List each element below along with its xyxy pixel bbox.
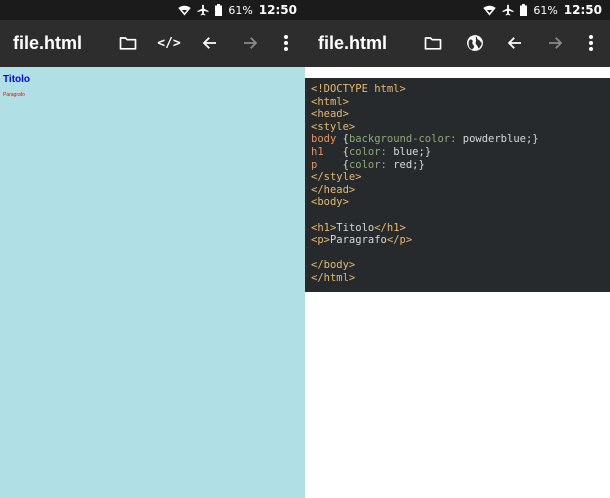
css-property: color: bbox=[348, 158, 387, 171]
more-vert-icon[interactable] bbox=[579, 31, 603, 55]
code-line: <html> bbox=[311, 95, 349, 108]
file-title: file.html bbox=[318, 33, 388, 53]
code-tag: </h1> bbox=[374, 221, 406, 234]
css-selector: body bbox=[311, 133, 337, 146]
arrow-back-icon[interactable] bbox=[503, 31, 527, 55]
clock: 12:50 bbox=[563, 3, 602, 17]
code-text: Titolo bbox=[336, 221, 375, 234]
source-view: <!DOCTYPE html> <html> <head> <style> bo… bbox=[305, 67, 610, 498]
app-toolbar: file.html </> bbox=[0, 20, 305, 67]
file-title: file.html bbox=[13, 33, 83, 53]
code-line: <head> bbox=[311, 108, 349, 121]
css-selector: h1 bbox=[311, 145, 324, 158]
folder-icon[interactable] bbox=[421, 31, 445, 55]
code-tag: </p> bbox=[386, 234, 413, 247]
css-value: blue; bbox=[386, 145, 425, 158]
status-bar: 61% 12:50 bbox=[0, 0, 305, 20]
folder-icon[interactable] bbox=[116, 31, 140, 55]
airplane-mode-icon bbox=[502, 4, 514, 16]
battery-percent: 61% bbox=[228, 3, 253, 17]
arrow-back-icon[interactable] bbox=[198, 31, 222, 55]
css-property: background-color: bbox=[348, 133, 457, 146]
code-line: <body> bbox=[311, 196, 349, 209]
code-line: </head> bbox=[311, 183, 356, 196]
css-brace: { bbox=[317, 158, 349, 171]
css-brace: { bbox=[323, 145, 349, 158]
battery-icon bbox=[520, 4, 528, 16]
airplane-mode-icon bbox=[197, 4, 209, 16]
code-line: </html> bbox=[311, 271, 356, 284]
source-pane: 61% 12:50 file.html <!DOCTYPE html> <htm… bbox=[305, 0, 610, 498]
code-line: <style> bbox=[311, 120, 356, 133]
css-brace: } bbox=[424, 145, 432, 158]
source-code: <!DOCTYPE html> <html> <head> <style> bo… bbox=[311, 83, 610, 285]
rendered-page: Titolo Paragrafo bbox=[0, 67, 305, 498]
code-line: </body> bbox=[311, 259, 356, 272]
clock: 12:50 bbox=[258, 3, 297, 17]
globe-icon[interactable] bbox=[463, 31, 487, 55]
preview-pane: 61% 12:50 file.html </> Titolo Paragrafo bbox=[0, 0, 305, 498]
battery-icon bbox=[215, 4, 223, 16]
status-bar: 61% 12:50 bbox=[305, 0, 610, 20]
css-brace: } bbox=[418, 158, 425, 171]
css-value: red; bbox=[386, 158, 419, 171]
code-line: </style> bbox=[311, 171, 362, 184]
wifi-icon bbox=[178, 5, 192, 16]
css-property: color: bbox=[348, 145, 387, 158]
css-brace: { bbox=[336, 133, 349, 146]
preview-heading: Titolo bbox=[3, 74, 31, 85]
more-vert-icon[interactable] bbox=[274, 31, 298, 55]
arrow-forward-icon[interactable] bbox=[238, 31, 262, 55]
css-value: powderblue; bbox=[456, 133, 533, 146]
code-line: <!DOCTYPE html> bbox=[311, 83, 406, 95]
code-icon[interactable]: </> bbox=[157, 31, 181, 55]
code-block: <!DOCTYPE html> <html> <head> <style> bo… bbox=[305, 78, 610, 292]
app-toolbar: file.html bbox=[305, 20, 610, 67]
preview-paragraph: Paragrafo bbox=[3, 92, 25, 98]
battery-percent: 61% bbox=[533, 3, 558, 17]
code-tag: <p> bbox=[311, 234, 330, 247]
css-brace: } bbox=[532, 133, 539, 146]
arrow-forward-icon[interactable] bbox=[543, 31, 567, 55]
wifi-icon bbox=[483, 5, 497, 16]
code-text: Paragrafo bbox=[329, 234, 387, 247]
code-tag: <h1> bbox=[311, 221, 337, 234]
